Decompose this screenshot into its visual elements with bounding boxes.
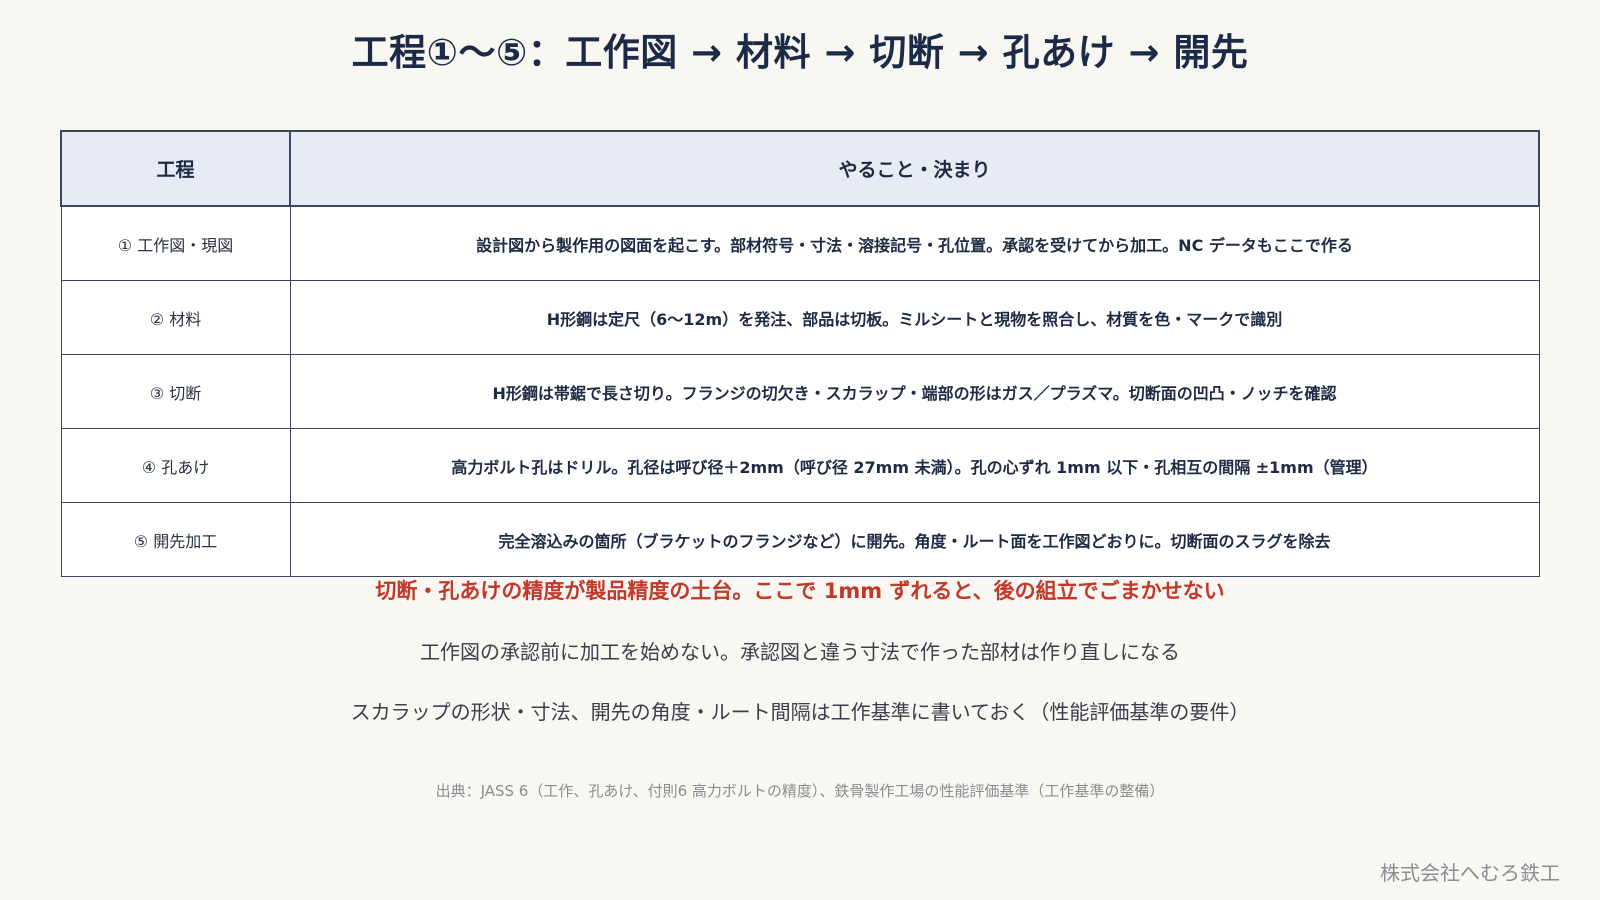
table-row: ② 材料 H形鋼は定尺（6～12m）を発注、部品は切板。ミルシートと現物を照合し…	[60, 280, 1540, 355]
rule-cell: H形鋼は定尺（6～12m）を発注、部品は切板。ミルシートと現物を照合し、材質を色…	[289, 280, 1540, 355]
process-table: 工程 やること・決まり ① 工作図・現図 設計図から製作用の図面を起こす。部材符…	[60, 130, 1540, 577]
column-header-rule: やること・決まり	[289, 130, 1540, 207]
step-cell: ① 工作図・現図	[60, 205, 291, 281]
step-cell: ③ 切断	[60, 354, 291, 429]
page-title: 工程①～⑤：工作図 → 材料 → 切断 → 孔あけ → 開先	[351, 31, 1249, 74]
company-name: 株式会社へむろ鉄工	[1380, 861, 1560, 885]
step-cell: ④ 孔あけ	[60, 428, 291, 503]
table-header-row: 工程 やること・決まり	[60, 130, 1540, 207]
rule-cell: 高力ボルト孔はドリル。孔径は呼び径＋2mm（呼び径 27mm 未満）。孔の心ずれ…	[289, 428, 1540, 503]
note-approval: 工作図の承認前に加工を始めない。承認図と違う寸法で作った部材は作り直しになる	[420, 640, 1180, 664]
rule-cell: 設計図から製作用の図面を起こす。部材符号・寸法・溶接記号・孔位置。承認を受けてか…	[289, 205, 1540, 281]
table-row: ④ 孔あけ 高力ボルト孔はドリル。孔径は呼び径＋2mm（呼び径 27mm 未満）…	[60, 428, 1540, 503]
table-row: ① 工作図・現図 設計図から製作用の図面を起こす。部材符号・寸法・溶接記号・孔位…	[60, 205, 1540, 281]
note-standards: スカラップの形状・寸法、開先の角度・ルート間隔は工作基準に書いておく（性能評価基…	[350, 700, 1250, 724]
table-row: ⑤ 開先加工 完全溶込みの箇所（ブラケットのフランジなど）に開先。角度・ルート面…	[60, 502, 1540, 577]
key-point-highlight: 切断・孔あけの精度が製品精度の土台。ここで 1mm ずれると、後の組立でごまかせ…	[375, 579, 1225, 603]
table-row: ③ 切断 H形鋼は帯鋸で長さ切り。フランジの切欠き・スカラップ・端部の形はガス／…	[60, 354, 1540, 429]
rule-cell: H形鋼は帯鋸で長さ切り。フランジの切欠き・スカラップ・端部の形はガス／プラズマ。…	[289, 354, 1540, 429]
step-cell: ② 材料	[60, 280, 291, 355]
rule-cell: 完全溶込みの箇所（ブラケットのフランジなど）に開先。角度・ルート面を工作図どおり…	[289, 502, 1540, 577]
step-cell: ⑤ 開先加工	[60, 502, 291, 577]
column-header-step: 工程	[60, 130, 291, 207]
source-citation: 出典：JASS 6（工作、孔あけ、付則6 高力ボルトの精度）、鉄骨製作工場の性能…	[435, 782, 1165, 800]
